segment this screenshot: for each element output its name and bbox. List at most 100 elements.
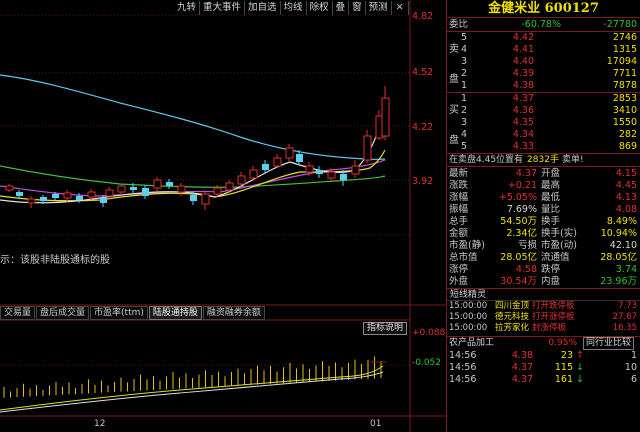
add-watchlist-button[interactable]: 加自选	[245, 1, 281, 15]
ex-rights-button[interactable]: 除权	[307, 1, 333, 15]
major-events-button[interactable]: 重大事件	[200, 1, 246, 15]
sell-level-row[interactable]: 2 4.39 7711	[461, 68, 640, 80]
ma-line-purple	[0, 159, 386, 197]
stat-value: 4.58	[515, 264, 537, 275]
level-price: 4.34	[512, 129, 534, 140]
tab-margin-balance[interactable]: 融资融券余额	[202, 306, 265, 320]
alert-text: 在卖盘4.45位置有	[449, 155, 524, 165]
candle-body	[63, 192, 72, 199]
buy-level-row[interactable]: 4 4.34 282	[461, 129, 640, 141]
level-number: 5	[461, 141, 468, 152]
tick-count: 6	[630, 374, 637, 385]
industry-compare-button[interactable]: 同行业比较	[583, 337, 635, 350]
level-price: 4.33	[512, 141, 534, 152]
stat-label: 最新	[449, 168, 469, 179]
candle-body	[249, 169, 258, 179]
stat-label: 涨幅	[449, 192, 469, 203]
wizard-event: 打开跌停板	[532, 301, 575, 311]
stat-value: 54.50万	[500, 216, 537, 227]
sell-level-row[interactable]: 1 4.38 7878	[461, 80, 640, 92]
sell-label-char: 盘	[449, 73, 459, 85]
level-price: 4.35	[512, 117, 534, 128]
candle-body	[285, 147, 294, 159]
tab-after-hours-volume[interactable]: 盘后成交量	[36, 306, 90, 320]
wizard-stock: 四川金顶	[495, 301, 530, 311]
level-volume: 1550	[612, 117, 637, 128]
kline-chart[interactable]: 4.82 4.52 4.22 3.92	[0, 0, 446, 432]
jiuzhuan-button[interactable]: 九转	[174, 1, 201, 15]
candle-body	[87, 191, 96, 198]
indicator-lower-value: -0.052	[412, 358, 442, 368]
stat-value: 8.49%	[606, 216, 637, 227]
overlay-button[interactable]: 叠	[333, 1, 350, 15]
buy-level-row[interactable]: 5 4.33 869	[461, 141, 640, 153]
stat-row: 涨跌 +0.21 最高 4.45	[447, 180, 640, 192]
stock-title: 金健米业 600127	[447, 0, 640, 18]
stat-value: 亏损	[517, 240, 537, 251]
level-number: 2	[461, 105, 468, 116]
stat-row: 振幅 7.69% 量比 4.08	[447, 204, 640, 216]
wizard-item[interactable]: 15:00:00 拉芳家化 封涨停板 16.35	[447, 323, 640, 334]
short-term-wizard-title[interactable]: 短线精灵	[447, 289, 640, 301]
indicator-help-button[interactable]: 指标说明	[363, 322, 408, 335]
wizard-stock: 德元科技	[495, 312, 530, 322]
candle-body	[273, 157, 282, 167]
close-icon[interactable]: ✕	[392, 1, 409, 15]
stat-row: 外盘 30.54万 内盘 23.96万	[447, 276, 640, 288]
wizard-item[interactable]: 15:00:00 四川金顶 打开跌停板 7.73	[447, 301, 640, 312]
sell-level-row[interactable]: 3 4.40 17094	[461, 56, 640, 68]
candle-body	[105, 189, 114, 197]
ma-line-blue	[0, 74, 386, 161]
window-button[interactable]: 窗	[349, 1, 366, 15]
industry-row: 农产品加工 0.95% 同行业比较	[447, 336, 640, 350]
level-price: 4.36	[512, 105, 534, 116]
buy-side-label: 买 盘	[447, 93, 461, 153]
wizard-time: 15:00:00	[449, 323, 488, 333]
stat-value: 7.69%	[506, 204, 537, 215]
stat-label: 开盘	[541, 168, 561, 179]
sell-side-label: 卖 盘	[447, 32, 461, 92]
moving-average-button[interactable]: 均线	[281, 1, 307, 15]
buy-level-row[interactable]: 3 4.35 1550	[461, 117, 640, 129]
buy-level-row[interactable]: 2 4.36 3410	[461, 105, 640, 117]
level-number: 2	[461, 68, 468, 79]
wizard-value: 16.35	[612, 323, 637, 333]
candle-body	[262, 164, 269, 170]
level-volume: 17094	[606, 56, 637, 67]
candle-body	[52, 194, 59, 198]
level-volume: 1315	[612, 44, 637, 55]
stat-value: +5.05%	[498, 192, 537, 203]
level-volume: 282	[618, 129, 637, 140]
stat-value: 4.37	[515, 168, 537, 179]
wizard-event: 打开涨停板	[532, 312, 575, 322]
kline-chart-area[interactable]: 4.82 4.52 4.22 3.92 九转 重大事件 加自选 均线 除权 叠 …	[0, 0, 446, 432]
industry-name[interactable]: 农产品加工	[447, 337, 537, 350]
wizard-item[interactable]: 15:00:00 德元科技 打开涨停板 27.67	[447, 312, 640, 323]
order-ratio-row: 委比 -60.78% -27780	[447, 18, 640, 32]
stat-row: 市盈(静) 亏损 市盈(动) 42.10	[447, 240, 640, 252]
sell-level-row[interactable]: 4 4.41 1315	[461, 44, 640, 56]
candle-body	[166, 182, 173, 186]
indicator-tabs: 交易量 盘后成交量 市盈率(ttm) 陆股通持股 融资融券余额	[0, 306, 266, 320]
tab-volume[interactable]: 交易量	[0, 306, 36, 320]
tab-pe-ttm[interactable]: 市盈率(ttm)	[90, 306, 148, 320]
wizard-event: 封涨停板	[532, 323, 567, 333]
level-number: 4	[461, 129, 468, 140]
candle-body	[381, 97, 390, 137]
level-price: 4.40	[512, 56, 534, 67]
wizard-time: 15:00:00	[449, 312, 488, 322]
level-price: 4.37	[512, 93, 534, 104]
forecast-button[interactable]: 预测	[366, 1, 392, 15]
sell-level-row[interactable]: 5 4.42 2746	[461, 32, 640, 44]
tab-northbound-holdings[interactable]: 陆股通持股	[148, 306, 202, 320]
stat-label: 换手	[541, 216, 561, 227]
stat-label: 换手(实)	[541, 228, 577, 239]
buy-level-row[interactable]: 1 4.37 2853	[461, 93, 640, 105]
tick-row: 14:56 4.37 115 ↓ 10	[447, 362, 640, 374]
level-number: 1	[461, 80, 468, 91]
stat-value: 4.15	[615, 168, 637, 179]
stat-row: 总市值 28.05亿 流通值 28.05亿	[447, 252, 640, 264]
order-ratio-diff: -27780	[603, 19, 637, 30]
tick-price: 4.37	[511, 362, 533, 373]
tick-time: 14:56	[449, 350, 477, 361]
